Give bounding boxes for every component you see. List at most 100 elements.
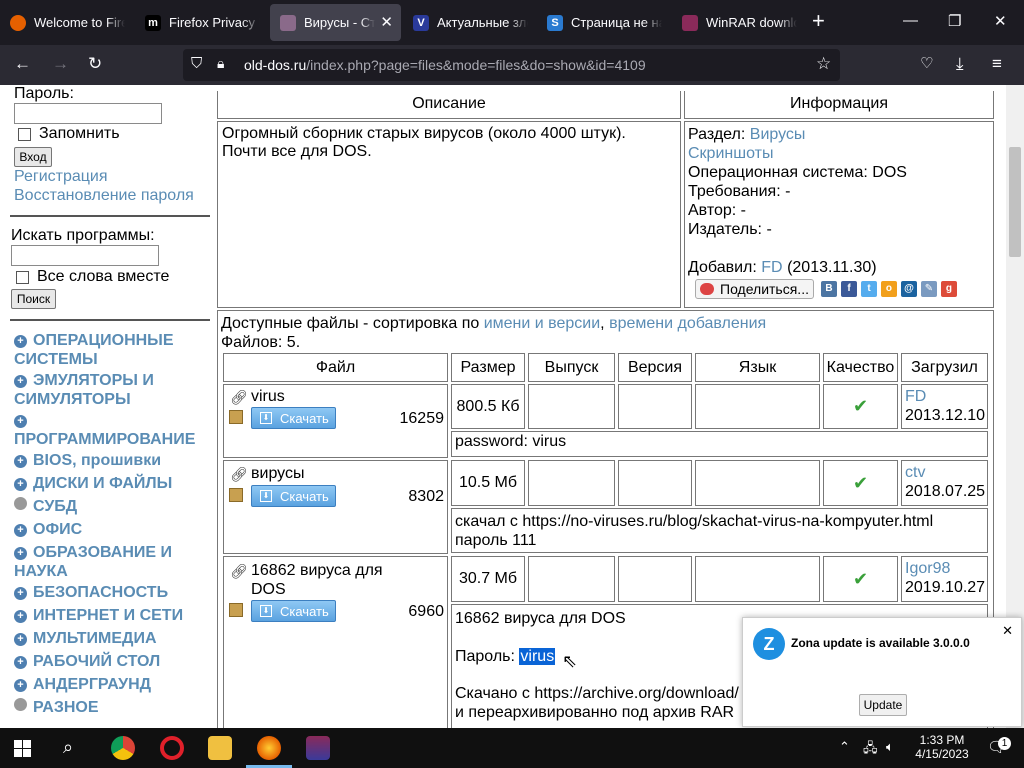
all-words-label: Все слова вместе <box>37 268 170 285</box>
tab-welcome[interactable]: Welcome to Firefox <box>10 4 125 41</box>
checkmark-icon: ✔ <box>852 569 869 589</box>
category-item[interactable]: СУБД <box>14 497 214 516</box>
close-window-icon[interactable]: ✕ <box>994 12 1007 30</box>
upload-date: 2018.07.25 <box>905 483 986 500</box>
tab-viruses[interactable]: Вирусы - Стар ✕ <box>270 4 401 41</box>
pocket-icon[interactable]: ♡ <box>920 54 933 74</box>
category-item[interactable]: + ИНТЕРНЕТ И СЕТИ <box>14 606 214 625</box>
sort-by-name-link[interactable]: имени и версии <box>484 315 600 332</box>
mozilla-icon: m <box>145 14 161 31</box>
download-button[interactable]: ⬇ Скачать <box>251 407 336 429</box>
remember-checkbox[interactable] <box>18 128 31 141</box>
site-favicon-icon: V <box>413 14 429 31</box>
file-explorer-icon[interactable] <box>208 736 232 760</box>
category-item[interactable]: + ОФИС <box>14 520 214 539</box>
file-size: 30.7 Мб <box>451 556 525 602</box>
winrar-taskbar-icon[interactable] <box>306 736 330 760</box>
category-item[interactable]: + МУЛЬТИМЕДИА <box>14 629 214 648</box>
notification-title: Zona update is available 3.0.0.0 <box>791 636 970 650</box>
restore-icon[interactable]: ❐ <box>948 12 961 30</box>
link-icon[interactable]: 🔗︎ <box>230 466 248 483</box>
minimize-icon[interactable]: — <box>903 12 918 29</box>
close-notification-icon[interactable]: ✕ <box>1002 623 1013 639</box>
category-item[interactable]: + ОПЕРАЦИОННЫЕ СИСТЕМЫ <box>14 331 214 369</box>
opera-icon[interactable] <box>160 736 184 760</box>
uploader-link[interactable]: ctv <box>905 463 984 482</box>
bookmark-star-icon[interactable]: ☆ <box>816 54 831 74</box>
description-header: Описание <box>217 91 681 119</box>
category-item[interactable]: РАЗНОЕ <box>14 698 214 717</box>
download-button[interactable]: ⬇ Скачать <box>251 485 336 507</box>
password-input[interactable] <box>14 103 162 124</box>
category-item[interactable]: + БЕЗОПАСНОСТЬ <box>14 583 214 602</box>
screenshots-link[interactable]: Скриншоты <box>688 144 990 163</box>
section-link[interactable]: Вирусы <box>750 126 806 143</box>
link-icon[interactable]: 🔗︎ <box>230 563 248 580</box>
login-button[interactable]: Вход <box>14 147 52 167</box>
livejournal-icon[interactable]: ✎ <box>920 281 937 297</box>
search-icon[interactable]: ⌕ <box>63 737 73 758</box>
file-name-line: 16862 вируса для <box>251 562 383 579</box>
download-button[interactable]: ⬇ Скачать <box>251 600 336 622</box>
forward-icon[interactable]: → <box>52 54 69 74</box>
uploader-link[interactable]: Igor98 <box>905 559 984 578</box>
info-header-text: Информация <box>790 95 888 112</box>
category-item[interactable]: + ОБРАЗОВАНИЕ И НАУКА <box>14 543 214 581</box>
chevron-up-icon[interactable]: ⌃ <box>839 739 850 755</box>
all-words-checkbox[interactable] <box>16 271 29 284</box>
google-plus-icon[interactable]: g <box>940 281 957 297</box>
search-button[interactable]: Поиск <box>11 289 56 309</box>
vk-icon[interactable]: B <box>820 281 837 297</box>
back-icon[interactable]: ← <box>14 54 31 74</box>
twitter-icon[interactable]: t <box>860 281 877 297</box>
downloads-icon[interactable]: ⤓ <box>956 54 964 74</box>
register-link[interactable]: Регистрация <box>14 168 108 186</box>
tab-not-found[interactable]: S Страница не най <box>547 4 662 41</box>
url-text[interactable]: old-dos.ru/index.php?page=files&mode=fil… <box>244 57 646 73</box>
category-label: РАЗНОЕ <box>33 699 99 716</box>
url-bar[interactable]: ⛉ 🔒︎ old-dos.ru/index.php?page=files&mod… <box>183 49 840 81</box>
lock-icon[interactable]: 🔒︎ <box>217 55 224 72</box>
remember-label: Запомнить <box>39 125 120 142</box>
network-icon[interactable]: 🖧︎ <box>863 739 878 761</box>
mailru-icon[interactable]: @ <box>900 281 917 297</box>
col-header-size: Размер <box>451 353 525 382</box>
search-input[interactable] <box>11 245 159 266</box>
category-item[interactable]: + АНДЕРГРАУНД <box>14 675 214 694</box>
uploader-cell: ctv 2018.07.25 <box>901 460 988 506</box>
section-label: Раздел: <box>688 126 746 143</box>
added-user-link[interactable]: FD <box>761 259 782 276</box>
category-item[interactable]: + ДИСКИ И ФАЙЛЫ <box>14 474 214 493</box>
odnoklassniki-icon[interactable]: o <box>880 281 897 297</box>
clock[interactable]: 1:33 PM 4/15/2023 <box>911 733 973 761</box>
start-icon[interactable] <box>14 740 31 757</box>
reload-icon[interactable]: ↻ <box>88 54 102 74</box>
tab-threats[interactable]: V Актуальные зло <box>413 4 528 41</box>
menu-icon[interactable]: ≡ <box>992 54 1002 74</box>
scrollbar-thumb[interactable] <box>1009 147 1021 257</box>
category-item[interactable]: + ПРОГРАММИРОВАНИЕ <box>14 411 214 449</box>
bullet-icon <box>14 698 27 711</box>
volume-icon[interactable]: 🔈︎ <box>886 739 894 755</box>
uploader-link[interactable]: FD <box>905 387 984 406</box>
update-button[interactable]: Update <box>859 694 907 716</box>
shield-icon[interactable]: ⛉ <box>191 55 202 72</box>
sort-by-time-link[interactable]: времени добавления <box>609 315 766 332</box>
tab-winrar[interactable]: WinRAR downlo <box>682 4 797 41</box>
category-item[interactable]: + РАБОЧИЙ СТОЛ <box>14 652 214 671</box>
selected-password-text[interactable]: virus <box>519 648 556 665</box>
close-tab-icon[interactable]: ✕ <box>380 13 393 31</box>
category-item[interactable]: + BIOS, прошивки <box>14 451 214 470</box>
restore-password-link[interactable]: Восстановление пароля <box>14 187 194 205</box>
left-sidebar: Пароль: Запомнить Вход Регистрация Восст… <box>0 85 215 728</box>
link-icon[interactable]: 🔗︎ <box>230 389 248 406</box>
facebook-icon[interactable]: f <box>840 281 857 297</box>
category-item[interactable]: + ЭМУЛЯТОРЫ И СИМУЛЯТОРЫ <box>14 371 214 409</box>
new-tab-icon[interactable]: + <box>812 10 825 32</box>
chrome-icon[interactable] <box>111 736 135 760</box>
download-label: Скачать <box>280 410 329 426</box>
firefox-taskbar-icon[interactable] <box>257 736 281 760</box>
share-button[interactable]: Поделиться... <box>695 279 814 299</box>
tab-privacy[interactable]: m Firefox Privacy N <box>145 4 260 41</box>
navigation-toolbar: ← → ↻ ⛉ 🔒︎ old-dos.ru/index.php?page=fil… <box>0 45 1024 85</box>
